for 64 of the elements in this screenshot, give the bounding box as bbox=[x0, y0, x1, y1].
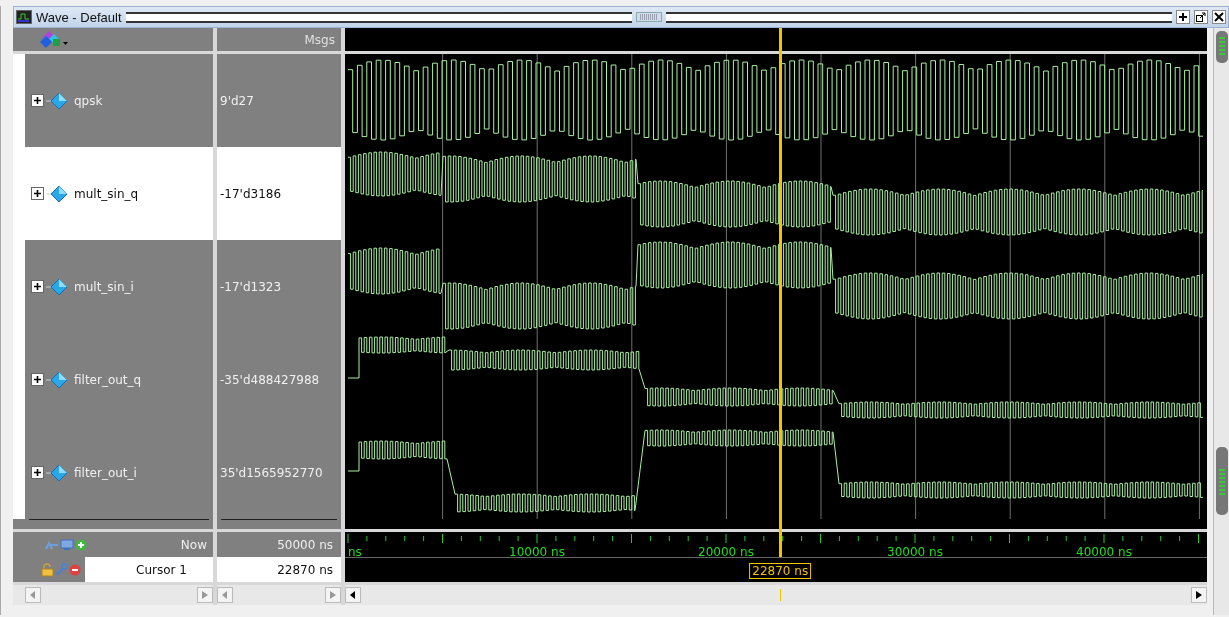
signal-name: qpsk bbox=[73, 93, 103, 108]
signal-row[interactable]: filter_out_q bbox=[13, 333, 213, 426]
expand-icon[interactable] bbox=[31, 373, 44, 386]
right-arrow-icon bbox=[1196, 591, 1202, 599]
signal-value: -17'd1323 bbox=[220, 279, 282, 294]
layers-dropdown-icon[interactable] bbox=[39, 30, 69, 49]
signal-value: 9'd27 bbox=[220, 93, 254, 108]
signal-name: filter_out_i bbox=[73, 465, 137, 480]
signal-name: mult_sin_q bbox=[73, 186, 139, 201]
signal-icon bbox=[46, 91, 68, 110]
grip-icon[interactable] bbox=[635, 12, 662, 22]
remove-cursor-icon[interactable] bbox=[69, 563, 81, 576]
signal-icon bbox=[46, 277, 68, 296]
left-arrow-icon bbox=[350, 591, 356, 599]
cursor-name[interactable]: Cursor 1 bbox=[85, 557, 213, 582]
monitor-icon[interactable] bbox=[60, 538, 74, 551]
time-axis-label: 40000 ns bbox=[1076, 545, 1132, 559]
close-button[interactable] bbox=[1212, 10, 1226, 24]
scroll-left-button[interactable] bbox=[345, 587, 361, 603]
expand-icon[interactable] bbox=[31, 187, 44, 200]
signal-value: 35'd1565952770 bbox=[220, 465, 323, 480]
add-button[interactable] bbox=[1176, 10, 1190, 24]
window-title: Wave - Default bbox=[36, 9, 122, 25]
vertical-scrollbar[interactable] bbox=[1213, 28, 1229, 615]
signal-row[interactable]: mult_sin_q bbox=[13, 147, 213, 240]
signal-name: filter_out_q bbox=[73, 372, 142, 387]
signal-value: -35'd488427988 bbox=[220, 372, 320, 387]
time-axis-label: 30000 ns bbox=[887, 545, 943, 559]
left-arrow-icon bbox=[222, 591, 228, 599]
expand-icon[interactable] bbox=[31, 280, 44, 293]
expand-icon[interactable] bbox=[31, 94, 44, 107]
now-label: Now bbox=[180, 537, 207, 552]
signal-icon bbox=[46, 184, 68, 203]
add-cursor-icon[interactable] bbox=[75, 538, 87, 551]
signal-icon bbox=[46, 370, 68, 389]
horizontal-scrollbar[interactable] bbox=[345, 585, 1207, 605]
undock-icon bbox=[1196, 12, 1206, 22]
lock-icon[interactable] bbox=[41, 562, 54, 577]
left-arrow-icon bbox=[30, 591, 36, 599]
cursor-marker bbox=[780, 589, 782, 601]
time-axis-label: 10000 ns bbox=[509, 545, 565, 559]
plus-icon bbox=[1178, 12, 1188, 22]
cursor-time-label: 22870 ns bbox=[749, 563, 812, 579]
signal-row[interactable]: mult_sin_i bbox=[13, 240, 213, 333]
now-value: 50000 ns bbox=[277, 537, 333, 552]
scroll-thumb-icon[interactable] bbox=[1215, 446, 1229, 516]
column-header: Msgs bbox=[304, 32, 336, 47]
scroll-thumb-icon[interactable] bbox=[1215, 30, 1229, 64]
right-arrow-icon bbox=[330, 591, 336, 599]
cursor-line[interactable] bbox=[779, 28, 783, 557]
signal-row[interactable]: qpsk bbox=[13, 54, 213, 147]
signal-row[interactable]: filter_out_i bbox=[13, 426, 213, 519]
right-arrow-icon bbox=[202, 591, 208, 599]
scroll-right-button[interactable] bbox=[1191, 587, 1207, 603]
signal-icon bbox=[46, 463, 68, 482]
time-axis-label: 20000 ns bbox=[698, 545, 754, 559]
time-axis-label: ns bbox=[348, 545, 362, 559]
expand-icon[interactable] bbox=[31, 466, 44, 479]
wave-window-icon bbox=[16, 10, 32, 24]
signal-name: mult_sin_i bbox=[73, 279, 134, 294]
cursor-value: 22870 ns bbox=[277, 562, 333, 577]
undock-button[interactable] bbox=[1194, 10, 1208, 24]
signal-value: -17'd3186 bbox=[220, 186, 282, 201]
close-icon bbox=[1214, 12, 1224, 22]
